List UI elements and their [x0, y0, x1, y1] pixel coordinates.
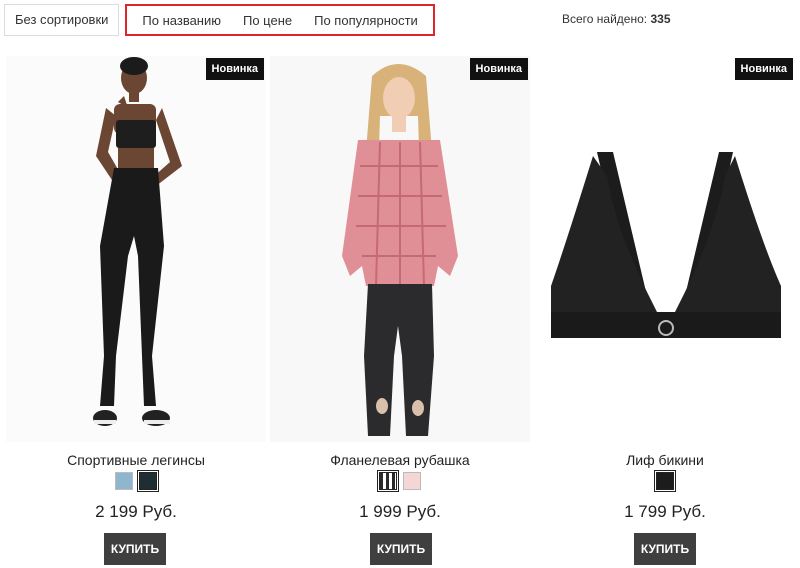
product-price: 2 199 Руб. — [95, 502, 177, 521]
product-name[interactable]: Фланелевая рубашка — [270, 452, 530, 468]
buy-button[interactable]: КУПИТЬ — [370, 533, 432, 565]
new-badge: Новинка — [205, 58, 264, 80]
color-swatch-dark[interactable] — [138, 471, 158, 491]
model-figure-icon — [6, 56, 266, 442]
new-badge: Новинка — [469, 58, 528, 80]
color-swatches — [535, 471, 795, 491]
product-name[interactable]: Спортивные легинсы — [6, 452, 266, 468]
sort-by-name-link[interactable]: По названию — [131, 13, 232, 28]
new-badge: Новинка — [734, 58, 793, 80]
buy-button[interactable]: КУПИТЬ — [104, 533, 166, 565]
color-swatch-plaid[interactable] — [378, 471, 398, 491]
total-found-label: Всего найдено: — [562, 12, 648, 26]
color-swatches — [270, 471, 530, 491]
sort-options-group: По названию По цене По популярности — [125, 4, 435, 36]
color-swatch-black[interactable] — [655, 471, 675, 491]
buy-button[interactable]: КУПИТЬ — [634, 533, 696, 565]
product-image-bikini-top[interactable]: Новинка — [535, 56, 795, 442]
product-card: Новинка Лиф бикини 1 799 Руб. КУПИТЬ — [535, 56, 795, 568]
color-swatch-pink[interactable] — [403, 472, 421, 490]
total-found-count: 335 — [650, 12, 671, 26]
model-figure-icon — [270, 56, 530, 442]
color-swatches — [6, 471, 266, 491]
product-card: Новинка Спортивные легинсы 2 199 Руб. КУ… — [6, 56, 266, 568]
product-name[interactable]: Лиф бикини — [535, 452, 795, 468]
product-image-flannel-shirt[interactable]: Новинка — [270, 56, 530, 442]
sort-by-price-link[interactable]: По цене — [232, 13, 303, 28]
bikini-top-icon — [535, 56, 795, 442]
sort-none-button[interactable]: Без сортировки — [4, 4, 120, 36]
product-price: 1 799 Руб. — [624, 502, 706, 521]
product-card: Новинка Фланелевая рубашка 1 999 Руб. КУ… — [270, 56, 530, 568]
sort-by-popularity-link[interactable]: По популярности — [303, 13, 429, 28]
color-swatch-light-blue[interactable] — [115, 472, 133, 490]
product-price: 1 999 Руб. — [359, 502, 441, 521]
product-image-leggings[interactable]: Новинка — [6, 56, 266, 442]
sort-bar: Без сортировки По названию По цене По по… — [4, 4, 435, 36]
total-found: Всего найдено: 335 — [562, 12, 671, 26]
